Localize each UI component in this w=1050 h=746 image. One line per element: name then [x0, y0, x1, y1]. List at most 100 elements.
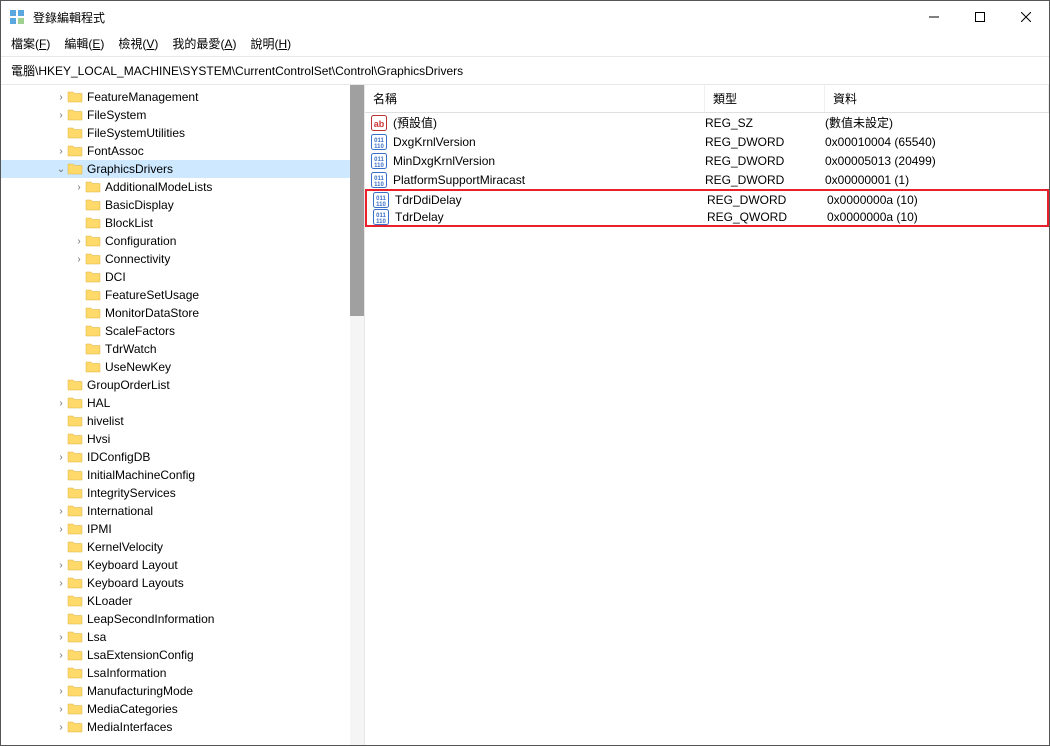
tree-item[interactable]: › Keyboard Layouts: [1, 574, 364, 592]
folder-icon: [67, 522, 83, 536]
close-button[interactable]: [1003, 1, 1049, 33]
tree-item[interactable]: KLoader: [1, 592, 364, 610]
expand-icon[interactable]: ›: [55, 722, 67, 733]
value-row[interactable]: (預設值)REG_SZ(數值未設定): [365, 113, 1049, 132]
tree-item[interactable]: MonitorDataStore: [1, 304, 364, 322]
addressbar[interactable]: 電腦\HKEY_LOCAL_MACHINE\SYSTEM\CurrentCont…: [1, 56, 1049, 85]
tree-item[interactable]: ›Configuration: [1, 232, 364, 250]
expand-icon[interactable]: ›: [55, 578, 67, 589]
expand-icon[interactable]: ›: [73, 182, 85, 193]
tree-item[interactable]: FileSystemUtilities: [1, 124, 364, 142]
tree-item[interactable]: InitialMachineConfig: [1, 466, 364, 484]
expand-icon[interactable]: ›: [55, 452, 67, 463]
expand-icon[interactable]: ›: [55, 506, 67, 517]
value-row[interactable]: PlatformSupportMiracastREG_DWORD0x000000…: [365, 170, 1049, 189]
expand-icon[interactable]: ›: [55, 686, 67, 697]
value-row[interactable]: TdrDdiDelayREG_DWORD0x0000000a (10): [365, 189, 1049, 208]
tree-item-label: GraphicsDrivers: [87, 162, 177, 176]
tree-item[interactable]: › HAL: [1, 394, 364, 412]
expand-icon[interactable]: ›: [55, 110, 67, 121]
tree-item-label: HAL: [87, 396, 114, 410]
column-name[interactable]: 名稱: [365, 85, 705, 112]
expand-icon[interactable]: ›: [55, 560, 67, 571]
tree-item-label: BlockList: [105, 216, 157, 230]
tree-item[interactable]: ⌄ GraphicsDrivers: [1, 160, 364, 178]
expand-icon[interactable]: ›: [73, 236, 85, 247]
tree-item[interactable]: LeapSecondInformation: [1, 610, 364, 628]
folder-icon: [85, 288, 101, 302]
maximize-button[interactable]: [957, 1, 1003, 33]
expand-icon[interactable]: ›: [55, 650, 67, 661]
expand-icon[interactable]: ›: [55, 632, 67, 643]
expand-icon[interactable]: ›: [55, 146, 67, 157]
tree-item[interactable]: ›MediaCategories: [1, 700, 364, 718]
tree-item-label: LsaExtensionConfig: [87, 648, 198, 662]
value-data: 0x0000000a (10): [827, 193, 1047, 207]
tree-item[interactable]: ›Keyboard Layout: [1, 556, 364, 574]
tree-item[interactable]: ›Lsa: [1, 628, 364, 646]
tree-item[interactable]: ›Connectivity: [1, 250, 364, 268]
menu-help[interactable]: 說明(H): [250, 35, 291, 52]
tree-item[interactable]: › FontAssoc: [1, 142, 364, 160]
tree-item[interactable]: ScaleFactors: [1, 322, 364, 340]
collapse-icon[interactable]: ⌄: [55, 164, 67, 175]
tree-item[interactable]: LsaInformation: [1, 664, 364, 682]
column-type[interactable]: 類型: [705, 85, 825, 112]
tree-item[interactable]: ›FileSystem: [1, 106, 364, 124]
value-row[interactable]: DxgKrnlVersionREG_DWORD0x00010004 (65540…: [365, 132, 1049, 151]
tree-item[interactable]: ›ManufacturingMode: [1, 682, 364, 700]
value-type: REG_DWORD: [705, 135, 825, 149]
tree-item[interactable]: Hvsi: [1, 430, 364, 448]
folder-icon: [67, 504, 83, 518]
tree-item-label: hivelist: [87, 414, 128, 428]
expand-icon[interactable]: ›: [55, 704, 67, 715]
folder-icon: [85, 216, 101, 230]
folder-icon: [85, 198, 101, 212]
tree-item[interactable]: ›FeatureManagement: [1, 88, 364, 106]
value-row[interactable]: MinDxgKrnlVersionREG_DWORD0x00005013 (20…: [365, 151, 1049, 170]
menu-favorites[interactable]: 我的最愛(A): [172, 35, 236, 52]
tree-item-label: Keyboard Layouts: [87, 576, 188, 590]
folder-icon: [85, 342, 101, 356]
tree-item[interactable]: DCI: [1, 268, 364, 286]
value-list-pane[interactable]: 名稱 類型 資料 (預設值)REG_SZ(數值未設定)DxgKrnlVersio…: [365, 85, 1049, 745]
tree-item[interactable]: › AdditionalModeLists: [1, 178, 364, 196]
tree-item[interactable]: KernelVelocity: [1, 538, 364, 556]
tree-item-label: AdditionalModeLists: [105, 180, 216, 194]
tree-item[interactable]: ›MediaInterfaces: [1, 718, 364, 736]
folder-icon: [67, 468, 83, 482]
tree-item[interactable]: ›International: [1, 502, 364, 520]
expand-icon[interactable]: ›: [55, 524, 67, 535]
menu-file[interactable]: 檔案(F): [11, 35, 50, 52]
menu-view[interactable]: 檢視(V): [118, 35, 158, 52]
menu-edit[interactable]: 編輯(E): [64, 35, 104, 52]
tree-item[interactable]: ›IDConfigDB: [1, 448, 364, 466]
minimize-button[interactable]: [911, 1, 957, 33]
tree-item[interactable]: hivelist: [1, 412, 364, 430]
scrollbar-thumb[interactable]: [350, 85, 364, 316]
tree-item[interactable]: ›IPMI: [1, 520, 364, 538]
folder-icon: [67, 684, 83, 698]
tree-item[interactable]: UseNewKey: [1, 358, 364, 376]
value-name: TdrDdiDelay: [395, 193, 707, 207]
expand-icon[interactable]: ›: [73, 254, 85, 265]
tree-item[interactable]: TdrWatch: [1, 340, 364, 358]
tree-scrollbar[interactable]: [350, 85, 364, 745]
folder-icon: [67, 720, 83, 734]
tree-item-label: FeatureSetUsage: [105, 288, 203, 302]
tree-item[interactable]: BlockList: [1, 214, 364, 232]
column-data[interactable]: 資料: [825, 85, 1049, 112]
tree-item[interactable]: FeatureSetUsage: [1, 286, 364, 304]
folder-icon: [67, 558, 83, 572]
tree-item[interactable]: IntegrityServices: [1, 484, 364, 502]
expand-icon[interactable]: ›: [55, 92, 67, 103]
value-row[interactable]: TdrDelayREG_QWORD0x0000000a (10): [365, 208, 1049, 227]
tree-item[interactable]: BasicDisplay: [1, 196, 364, 214]
tree-item[interactable]: GroupOrderList: [1, 376, 364, 394]
tree-pane[interactable]: ›FeatureManagement›FileSystemFileSystemU…: [1, 85, 365, 745]
tree-item-label: FontAssoc: [87, 144, 148, 158]
tree-item[interactable]: › LsaExtensionConfig: [1, 646, 364, 664]
expand-icon[interactable]: ›: [55, 398, 67, 409]
value-type: REG_QWORD: [707, 210, 827, 224]
folder-icon: [67, 648, 83, 662]
